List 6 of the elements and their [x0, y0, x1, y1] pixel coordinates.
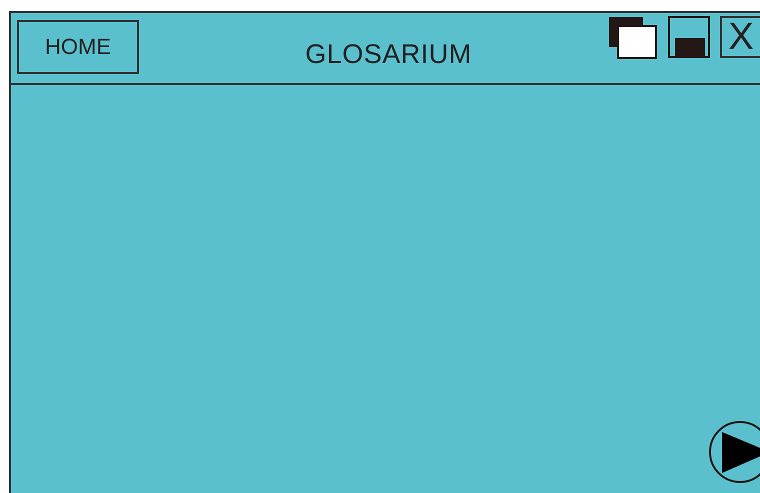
minimize-icon[interactable]	[668, 16, 710, 58]
home-button[interactable]: HOME	[17, 20, 139, 74]
window-title: GLOSARIUM	[304, 39, 473, 70]
restore-icon[interactable]	[608, 16, 658, 60]
close-button[interactable]: X	[720, 16, 760, 58]
play-icon[interactable]	[708, 420, 760, 484]
